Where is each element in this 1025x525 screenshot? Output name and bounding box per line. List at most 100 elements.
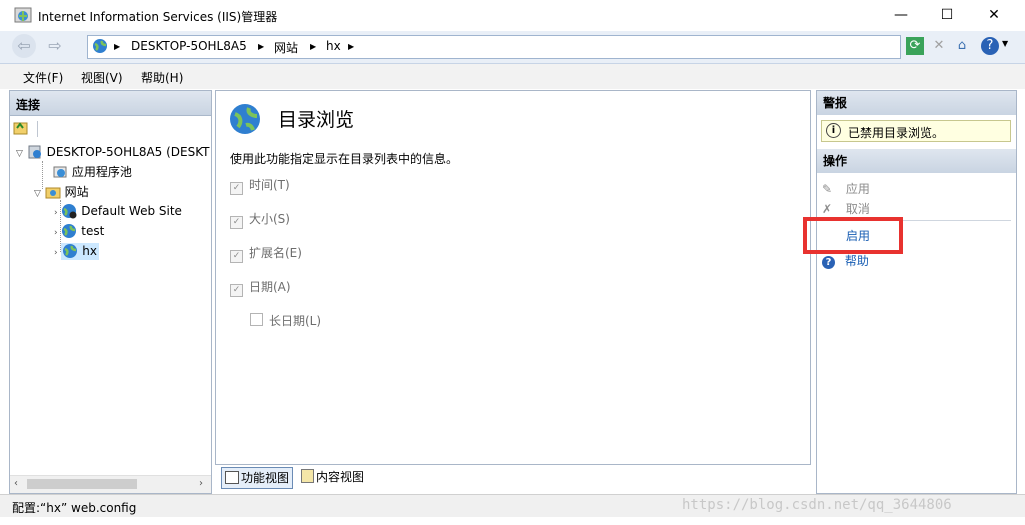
features-view-icon <box>225 471 239 484</box>
action-cancel-label: 取消 <box>845 202 870 216</box>
globe-icon <box>62 204 77 219</box>
connect-toolbar-button[interactable] <box>12 119 34 139</box>
refresh-icon[interactable]: ⟳ <box>906 37 924 55</box>
address-bar[interactable]: ▶ DESKTOP-5OHL8A5 ▶ 网站 ▶ hx ▶ <box>87 35 901 59</box>
alerts-header-label: 警报 <box>823 96 848 110</box>
tree-label-hx: hx <box>82 244 97 258</box>
option-time[interactable]: ✓ 时间(T) <box>230 176 290 195</box>
tree-item-test[interactable]: › test <box>54 223 104 239</box>
alert-message: i 已禁用目录浏览。 <box>821 120 1011 142</box>
connect-icon <box>13 122 28 135</box>
tab-content-view[interactable]: 内容视图 <box>298 467 367 487</box>
highlight-box <box>803 217 903 254</box>
title-bar: Internet Information Services (IIS)管理器 —… <box>0 0 1025 31</box>
checkbox-checked[interactable]: ✓ <box>230 250 243 263</box>
action-cancel[interactable]: ✗ 取消 <box>822 200 870 217</box>
tab-features-view-label: 功能视图 <box>241 471 290 485</box>
checkbox-checked[interactable]: ✓ <box>230 216 243 229</box>
option-long-date-label: 长日期(L) <box>269 314 322 328</box>
feature-description: 使用此功能指定显示在目录列表中的信息。 <box>230 152 459 166</box>
maximize-button[interactable]: ☐ <box>924 0 970 31</box>
connections-panel: 连接 ▽ DESKTOP-5OHL8A5 (DESKT 应用程序池 ▽ 网站 ›… <box>9 90 212 494</box>
content-view-icon <box>301 469 314 483</box>
forward-button[interactable]: ⇨ <box>43 34 67 58</box>
actions-panel: 警报 i 已禁用目录浏览。 操作 ✎ 应用 ✗ 取消 启用 ? 帮助 <box>816 90 1017 494</box>
breadcrumb-sites[interactable]: 网站 <box>274 39 298 56</box>
app-pool-icon <box>53 166 67 178</box>
apply-icon: ✎ <box>822 182 833 196</box>
actions-header-label: 操作 <box>823 154 848 168</box>
chevron-down-icon: ▽ <box>16 149 23 159</box>
action-help-label: 帮助 <box>844 254 869 268</box>
scroll-right-icon[interactable]: › <box>199 478 203 489</box>
tab-features-view[interactable]: 功能视图 <box>221 467 294 489</box>
menu-file[interactable]: 文件(F) <box>23 69 63 86</box>
action-apply[interactable]: ✎ 应用 <box>822 180 870 197</box>
tree-label-default-web-site: Default Web Site <box>81 204 182 218</box>
toolbar-divider <box>37 121 38 137</box>
feature-panel: 目录浏览 使用此功能指定显示在目录列表中的信息。 ✓ 时间(T) ✓ 大小(S) ✓… <box>215 90 811 465</box>
alerts-header: 警报 <box>817 91 1016 115</box>
address-row: ⇦ ⇨ ▶ DESKTOP-5OHL8A5 ▶ 网站 ▶ hx ▶ ⟳ ✕ ⌂ … <box>0 31 1025 64</box>
actions-header: 操作 <box>817 149 1016 173</box>
watermark: https://blog.csdn.net/qq_3644806 <box>682 497 952 513</box>
breadcrumb-server[interactable]: DESKTOP-5OHL8A5 <box>131 39 247 53</box>
status-text: 配置:“hx” web.config <box>12 501 137 515</box>
action-apply-label: 应用 <box>845 182 870 196</box>
tree-item-server[interactable]: ▽ DESKTOP-5OHL8A5 (DESKT <box>16 144 210 160</box>
globe-icon <box>63 244 78 258</box>
option-size[interactable]: ✓ 大小(S) <box>230 210 290 229</box>
globe-icon <box>93 39 107 53</box>
checkbox-checked[interactable]: ✓ <box>230 284 243 297</box>
chevron-down-icon: ▽ <box>34 189 41 199</box>
stop-icon[interactable]: ✕ <box>930 37 948 55</box>
tree-line <box>60 200 61 252</box>
menu-view[interactable]: 视图(V) <box>81 69 123 86</box>
help-icon[interactable]: ? <box>981 37 999 55</box>
tree-label-app-pools: 应用程序池 <box>71 165 132 179</box>
menu-bar: 文件(F) 视图(V) 帮助(H) <box>0 64 1025 89</box>
cancel-icon: ✗ <box>822 202 833 216</box>
option-long-date[interactable]: 长日期(L) <box>250 312 321 329</box>
connections-header-label: 连接 <box>16 98 41 112</box>
globe-icon <box>62 224 77 238</box>
help-icon: ? <box>822 256 835 269</box>
folder-icon <box>45 187 61 199</box>
home-icon[interactable]: ⌂ <box>953 37 971 55</box>
server-icon <box>28 145 41 159</box>
option-extension-label: 扩展名(E) <box>249 246 302 260</box>
back-button[interactable]: ⇦ <box>12 34 36 58</box>
scroll-left-icon[interactable]: ‹ <box>14 478 18 489</box>
window-title: Internet Information Services (IIS)管理器 <box>38 10 278 24</box>
horizontal-scrollbar[interactable]: ‹ › <box>10 475 211 493</box>
close-button[interactable]: ✕ <box>971 0 1017 31</box>
tree-item-default-web-site[interactable]: › Default Web Site <box>54 203 182 219</box>
action-help[interactable]: ? 帮助 <box>822 252 869 269</box>
chevron-right-icon: › <box>54 248 58 258</box>
tree-line <box>42 161 43 189</box>
option-size-label: 大小(S) <box>249 212 290 226</box>
iis-app-icon <box>14 7 32 23</box>
info-icon: i <box>826 123 841 138</box>
scrollbar-thumb[interactable] <box>27 479 137 489</box>
tree-label-server: DESKTOP-5OHL8A5 (DESKT <box>46 145 210 159</box>
minimize-button[interactable]: — <box>878 0 924 31</box>
back-arrow-icon: ⇦ <box>17 36 31 55</box>
tree-item-app-pools[interactable]: 应用程序池 <box>52 163 132 180</box>
tree-label-sites: 网站 <box>64 185 89 199</box>
feature-title: 目录浏览 <box>278 109 355 131</box>
option-extension[interactable]: ✓ 扩展名(E) <box>230 244 302 263</box>
option-date-label: 日期(A) <box>249 280 291 294</box>
chevron-right-icon: › <box>54 208 58 218</box>
chevron-right-icon: ▶ <box>258 42 265 51</box>
tree-label-test: test <box>81 224 105 238</box>
globe-icon <box>230 104 260 134</box>
option-date[interactable]: ✓ 日期(A) <box>230 278 291 297</box>
chevron-right-icon: ▶ <box>310 42 317 51</box>
checkbox-unchecked[interactable] <box>250 313 263 326</box>
breadcrumb-hx[interactable]: hx <box>326 39 341 53</box>
checkbox-checked[interactable]: ✓ <box>230 182 243 195</box>
chevron-down-icon[interactable]: ▼ <box>1002 39 1008 48</box>
option-time-label: 时间(T) <box>249 178 290 192</box>
menu-help[interactable]: 帮助(H) <box>141 69 183 86</box>
